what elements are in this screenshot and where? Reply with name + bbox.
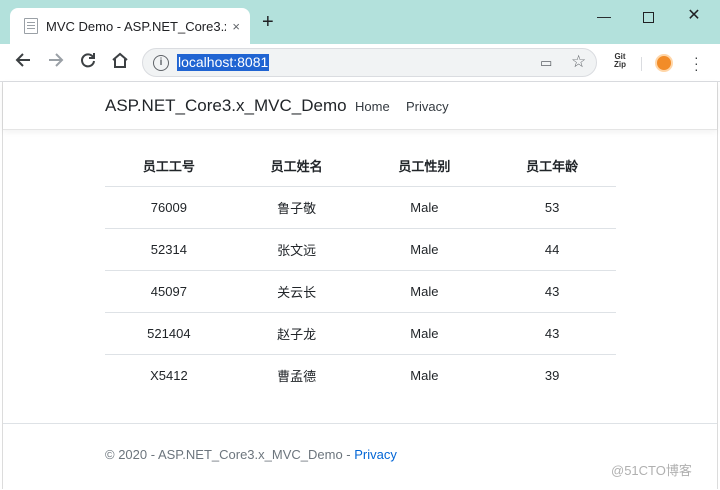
info-icon[interactable]: i <box>153 55 169 71</box>
table-row: 52314 张文远 Male 44 <box>105 228 616 271</box>
nav-link-home[interactable]: Home <box>355 99 390 114</box>
url-text[interactable]: localhost:8081 <box>177 54 270 71</box>
web-page: ASP.NET_Core3.x_MVC_Demo Home Privacy 员工… <box>2 82 718 489</box>
footer-text: © 2020 - ASP.NET_Core3.x_MVC_Demo - Priv… <box>105 447 397 462</box>
employee-id: 521404 <box>105 312 233 355</box>
column-header: 员工姓名 <box>232 145 361 187</box>
employee-name: 关云长 <box>232 270 361 313</box>
reload-icon[interactable] <box>77 51 99 73</box>
maximize-icon <box>642 11 654 23</box>
tab-close-icon[interactable]: × <box>232 19 240 34</box>
employee-name: 鲁子敬 <box>232 186 361 229</box>
employee-id: 52314 <box>105 228 233 271</box>
employee-id: 76009 <box>105 186 233 229</box>
footer-copyright: © 2020 - ASP.NET_Core3.x_MVC_Demo - <box>105 447 355 462</box>
employee-age: 39 <box>544 368 560 383</box>
employee-table: 员工工号 员工姓名 员工性别 员工年龄 76009 鲁子敬 Male 53 52… <box>105 145 616 396</box>
column-header: 员工工号 <box>105 145 233 187</box>
site-footer: © 2020 - ASP.NET_Core3.x_MVC_Demo - Priv… <box>3 423 717 490</box>
back-icon[interactable] <box>12 51 34 73</box>
home-icon[interactable] <box>109 51 131 73</box>
employee-name: 曹孟德 <box>277 370 317 385</box>
window-maximize-button[interactable] <box>628 6 668 26</box>
employee-id: 45097 <box>105 270 233 313</box>
employee-age: 43 <box>488 312 616 355</box>
table-row: 45097 关云长 Male 43 <box>105 270 616 313</box>
address-bar[interactable]: i localhost:8081 ▭ ☆ <box>142 48 597 77</box>
employee-gender: Male <box>360 186 489 229</box>
employee-gender: Male <box>410 368 439 383</box>
menu-icon[interactable]: · · · <box>694 50 699 76</box>
tab-title: MVC Demo - ASP.NET_Core3.x <box>46 18 226 34</box>
employee-gender: Male <box>360 270 489 313</box>
employee-gender: Male <box>360 228 489 271</box>
employee-age: 53 <box>488 186 616 229</box>
site-navbar: ASP.NET_Core3.x_MVC_Demo Home Privacy <box>3 82 717 130</box>
new-tab-button[interactable]: + <box>262 12 274 32</box>
window-close-button[interactable]: ✕ <box>674 6 714 26</box>
browser-tab[interactable]: MVC Demo - ASP.NET_Core3.x × <box>10 8 250 44</box>
table-header-row: 员工工号 员工姓名 员工性别 员工年龄 <box>105 145 616 187</box>
employee-age: 44 <box>488 228 616 271</box>
employee-name: 张文远 <box>232 228 361 271</box>
forward-icon[interactable] <box>45 51 67 73</box>
employee-id: X5412 <box>150 368 188 383</box>
gitzip-extension-icon[interactable]: Git Zip <box>611 53 629 69</box>
watermark: @51CTO博客 <box>611 463 692 478</box>
column-header: 员工性别 <box>360 145 489 187</box>
footer-privacy-link[interactable]: Privacy <box>354 447 397 462</box>
window-minimize-button[interactable]: — <box>584 6 624 26</box>
employee-name: 赵子龙 <box>232 312 361 355</box>
profile-avatar[interactable] <box>655 54 673 72</box>
cast-icon[interactable]: ▭ <box>540 55 552 71</box>
nav-link-privacy[interactable]: Privacy <box>406 99 449 114</box>
browser-toolbar: i localhost:8081 ▭ ☆ Git Zip · · · <box>0 44 720 82</box>
page-icon <box>24 18 38 34</box>
column-header: 员工年龄 <box>488 145 616 187</box>
toolbar-divider <box>641 57 642 71</box>
bookmark-star-icon[interactable]: ☆ <box>571 52 586 72</box>
employee-age: 43 <box>488 270 616 313</box>
browser-titlebar: MVC Demo - ASP.NET_Core3.x × + — ✕ <box>0 0 720 44</box>
table-row: 521404 赵子龙 Male 43 <box>105 312 616 355</box>
site-brand[interactable]: ASP.NET_Core3.x_MVC_Demo <box>105 96 347 116</box>
employee-gender: Male <box>360 312 489 355</box>
table-row: X5412 曹孟德 Male 39 <box>105 355 616 397</box>
table-row: 76009 鲁子敬 Male 53 <box>105 186 616 229</box>
